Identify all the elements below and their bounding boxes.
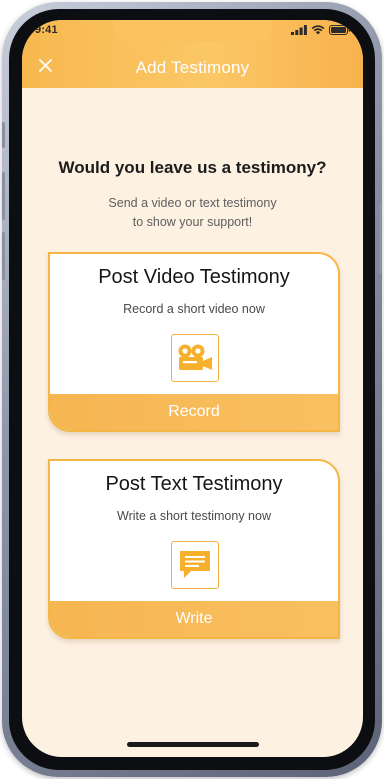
write-button[interactable]: Write [50, 601, 338, 637]
record-button[interactable]: Record [50, 394, 338, 430]
mute-switch [2, 122, 5, 148]
subtitle-line-1: Send a video or text testimony [108, 196, 277, 210]
status-time: 9:41 [35, 24, 58, 36]
chat-message-icon [180, 551, 210, 578]
text-testimony-card[interactable]: Post Text Testimony Write a short testim… [48, 459, 340, 639]
subtitle-line-2: to show your support! [132, 215, 253, 229]
signal-bars-icon [291, 25, 307, 35]
status-icons [291, 25, 351, 35]
page-title: Add Testimony [135, 58, 250, 77]
card-description: Write a short testimony now [117, 509, 271, 523]
wifi-icon [311, 25, 325, 35]
battery-icon [329, 25, 351, 35]
status-bar: 9:41 [22, 20, 363, 42]
home-indicator[interactable] [127, 742, 259, 747]
card-description: Record a short video now [123, 302, 265, 316]
app-header: Add Testimony [22, 42, 363, 88]
volume-up-button [2, 172, 5, 220]
video-camera-icon [178, 344, 212, 370]
card-title: Post Video Testimony [98, 266, 290, 288]
volume-down-button [2, 232, 5, 280]
app-screen: 9:41 Add Testimony Would you leave us a … [22, 20, 363, 757]
video-testimony-card[interactable]: Post Video Testimony Record a short vide… [48, 252, 340, 432]
video-icon-box [171, 334, 219, 382]
card-title: Post Text Testimony [105, 473, 283, 495]
device-notch [114, 20, 272, 42]
testimony-question: Would you leave us a testimony? [58, 158, 327, 177]
testimony-subtitle: Send a video or text testimony to show y… [22, 194, 363, 232]
power-button [379, 202, 382, 274]
text-icon-box [171, 541, 219, 589]
header-background: 9:41 Add Testimony [22, 20, 363, 88]
